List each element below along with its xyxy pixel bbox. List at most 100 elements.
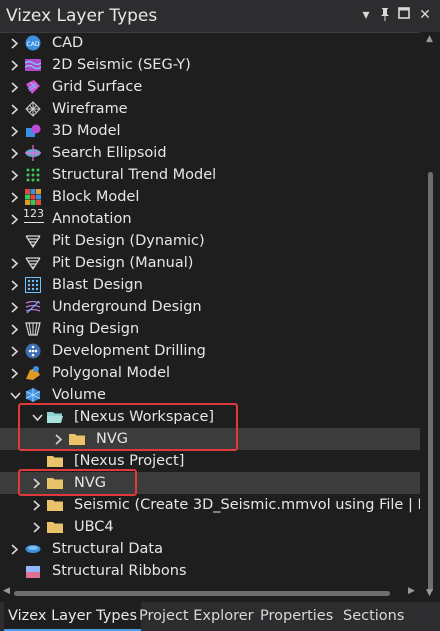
- vertical-scroll-thumb[interactable]: [428, 172, 433, 592]
- chevron-right-icon[interactable]: [8, 98, 22, 120]
- folder-icon: [47, 497, 63, 513]
- tree-item[interactable]: [Nexus Workspace]: [0, 406, 420, 428]
- tree-item-label: [Nexus Workspace]: [74, 409, 215, 425]
- tree-item-label: Underground Design: [52, 299, 202, 315]
- chevron-right-icon[interactable]: [52, 428, 66, 450]
- tree-item[interactable]: Grid Surface: [0, 76, 420, 98]
- tree-item[interactable]: Wireframe: [0, 98, 420, 120]
- scroll-up-icon[interactable]: ▲: [426, 34, 433, 44]
- tree-item[interactable]: Ring Design: [0, 318, 420, 340]
- tree-item-label: 2D Seismic (SEG-Y): [52, 57, 191, 73]
- pit-design-icon: [25, 255, 41, 271]
- tree-item-label: UBC4: [74, 519, 114, 535]
- tree-item-label: Pit Design (Manual): [52, 255, 194, 271]
- tree-item-label: NVG: [74, 475, 107, 491]
- chevron-right-icon[interactable]: [8, 538, 22, 560]
- tree-item[interactable]: Pit Design (Manual): [0, 252, 420, 274]
- chevron-right-icon[interactable]: [8, 142, 22, 164]
- annotation-icon: 123: [23, 208, 44, 227]
- tree-item-label: [Nexus Project]: [74, 453, 185, 469]
- chevron-right-icon[interactable]: [8, 252, 22, 274]
- chevron-right-icon[interactable]: [8, 120, 22, 142]
- dropdown-icon[interactable]: ▾: [358, 7, 374, 23]
- tree-item[interactable]: [Nexus Project]: [0, 450, 420, 472]
- chevron-right-icon[interactable]: [8, 340, 22, 362]
- tree-item-label: Annotation: [52, 211, 132, 227]
- tab-project-explorer[interactable]: Project Explorer: [135, 602, 258, 631]
- pit-design-icon: [25, 233, 41, 249]
- pin-icon[interactable]: [377, 7, 393, 23]
- tree-item[interactable]: 3D Model: [0, 120, 420, 142]
- tree-item-label: Grid Surface: [52, 79, 143, 95]
- tree-item[interactable]: Seismic (Create 3D_Seismic.mmvol using F…: [0, 494, 420, 516]
- scroll-right-icon[interactable]: ▶: [408, 586, 415, 596]
- layer-types-tree: CAD CAD 2D Seismic (SEG-Y) Grid Surface Wire…: [0, 32, 420, 602]
- tree-item-label: Ring Design: [52, 321, 140, 337]
- chevron-right-icon[interactable]: [8, 296, 22, 318]
- maximize-icon[interactable]: [396, 7, 412, 23]
- tree-item[interactable]: 2D Seismic (SEG-Y): [0, 54, 420, 76]
- development-drilling-icon: [25, 343, 41, 359]
- tree-item[interactable]: Blast Design: [0, 274, 420, 296]
- tree-item-label: Structural Ribbons: [52, 563, 187, 579]
- tree-item[interactable]: Pit Design (Dynamic): [0, 230, 420, 252]
- tree-item[interactable]: UBC4: [0, 516, 420, 538]
- folder-icon: [47, 519, 63, 535]
- tree-item[interactable]: Structural Ribbons: [0, 560, 420, 582]
- tree-item[interactable]: 123 Annotation: [0, 208, 420, 230]
- tree-item[interactable]: Structural Trend Model: [0, 164, 420, 186]
- search-ellipsoid-icon: [25, 145, 41, 161]
- tree-item[interactable]: Underground Design: [0, 296, 420, 318]
- tree-item[interactable]: Search Ellipsoid: [0, 142, 420, 164]
- scroll-left-icon[interactable]: ◀: [3, 586, 10, 596]
- tab-vizex-layer-types[interactable]: Vizex Layer Types: [4, 602, 141, 631]
- tab-sections[interactable]: Sections: [339, 602, 408, 631]
- chevron-right-icon[interactable]: [8, 76, 22, 98]
- volume-icon: [25, 387, 41, 403]
- tree-item-label: Structural Trend Model: [52, 167, 217, 183]
- underground-design-icon: [25, 299, 41, 315]
- horizontal-scroll-thumb[interactable]: [14, 591, 390, 596]
- tree-item[interactable]: NVG: [0, 472, 420, 494]
- vertical-scrollbar[interactable]: ▲ ▼: [420, 32, 440, 602]
- tree-item-label: NVG: [96, 431, 129, 447]
- vizex-layer-types-panel: Vizex Layer Types ▾ ✕ CAD CAD 2D Seismic (…: [0, 0, 440, 631]
- bottom-tab-bar: Vizex Layer Types Project Explorer Prope…: [0, 602, 440, 631]
- horizontal-scrollbar[interactable]: ◀ ▶: [0, 584, 420, 602]
- scroll-down-icon[interactable]: ▼: [426, 588, 433, 598]
- tree-item-label: Blast Design: [52, 277, 143, 293]
- annotation-icon-text: 123: [23, 208, 44, 220]
- cad-icon: CAD: [25, 35, 41, 51]
- tree-item[interactable]: Development Drilling: [0, 340, 420, 362]
- panel-title-bar: Vizex Layer Types ▾ ✕: [0, 0, 440, 33]
- tree-item-label: Development Drilling: [52, 343, 206, 359]
- chevron-right-icon[interactable]: [8, 32, 22, 54]
- tree-item-label: 3D Model: [52, 123, 121, 139]
- tree-item[interactable]: Structural Data: [0, 538, 420, 560]
- ring-design-icon: [25, 321, 41, 337]
- block-model-icon: [25, 189, 41, 205]
- tree-item[interactable]: Block Model: [0, 186, 420, 208]
- chevron-down-icon[interactable]: [30, 406, 44, 428]
- chevron-right-icon[interactable]: [30, 472, 44, 494]
- tree-item-label: Volume: [52, 387, 106, 403]
- chevron-right-icon[interactable]: [30, 494, 44, 516]
- chevron-down-icon[interactable]: [8, 384, 22, 406]
- tree-item-label: Structural Data: [52, 541, 163, 557]
- tree-item[interactable]: Polygonal Model: [0, 362, 420, 384]
- chevron-right-icon[interactable]: [8, 164, 22, 186]
- tree-item[interactable]: CAD CAD: [0, 32, 420, 54]
- close-icon[interactable]: ✕: [417, 7, 433, 23]
- chevron-right-icon[interactable]: [8, 274, 22, 296]
- tab-properties[interactable]: Properties: [256, 602, 337, 631]
- tree-item[interactable]: NVG: [0, 428, 420, 450]
- chevron-right-icon[interactable]: [8, 362, 22, 384]
- chevron-right-icon[interactable]: [8, 318, 22, 340]
- tree-item[interactable]: Volume: [0, 384, 420, 406]
- chevron-right-icon[interactable]: [8, 54, 22, 76]
- chevron-right-icon[interactable]: [8, 208, 22, 230]
- svg-text:CAD: CAD: [27, 41, 40, 48]
- chevron-right-icon[interactable]: [8, 186, 22, 208]
- chevron-right-icon[interactable]: [30, 516, 44, 538]
- model-3d-icon: [25, 123, 41, 139]
